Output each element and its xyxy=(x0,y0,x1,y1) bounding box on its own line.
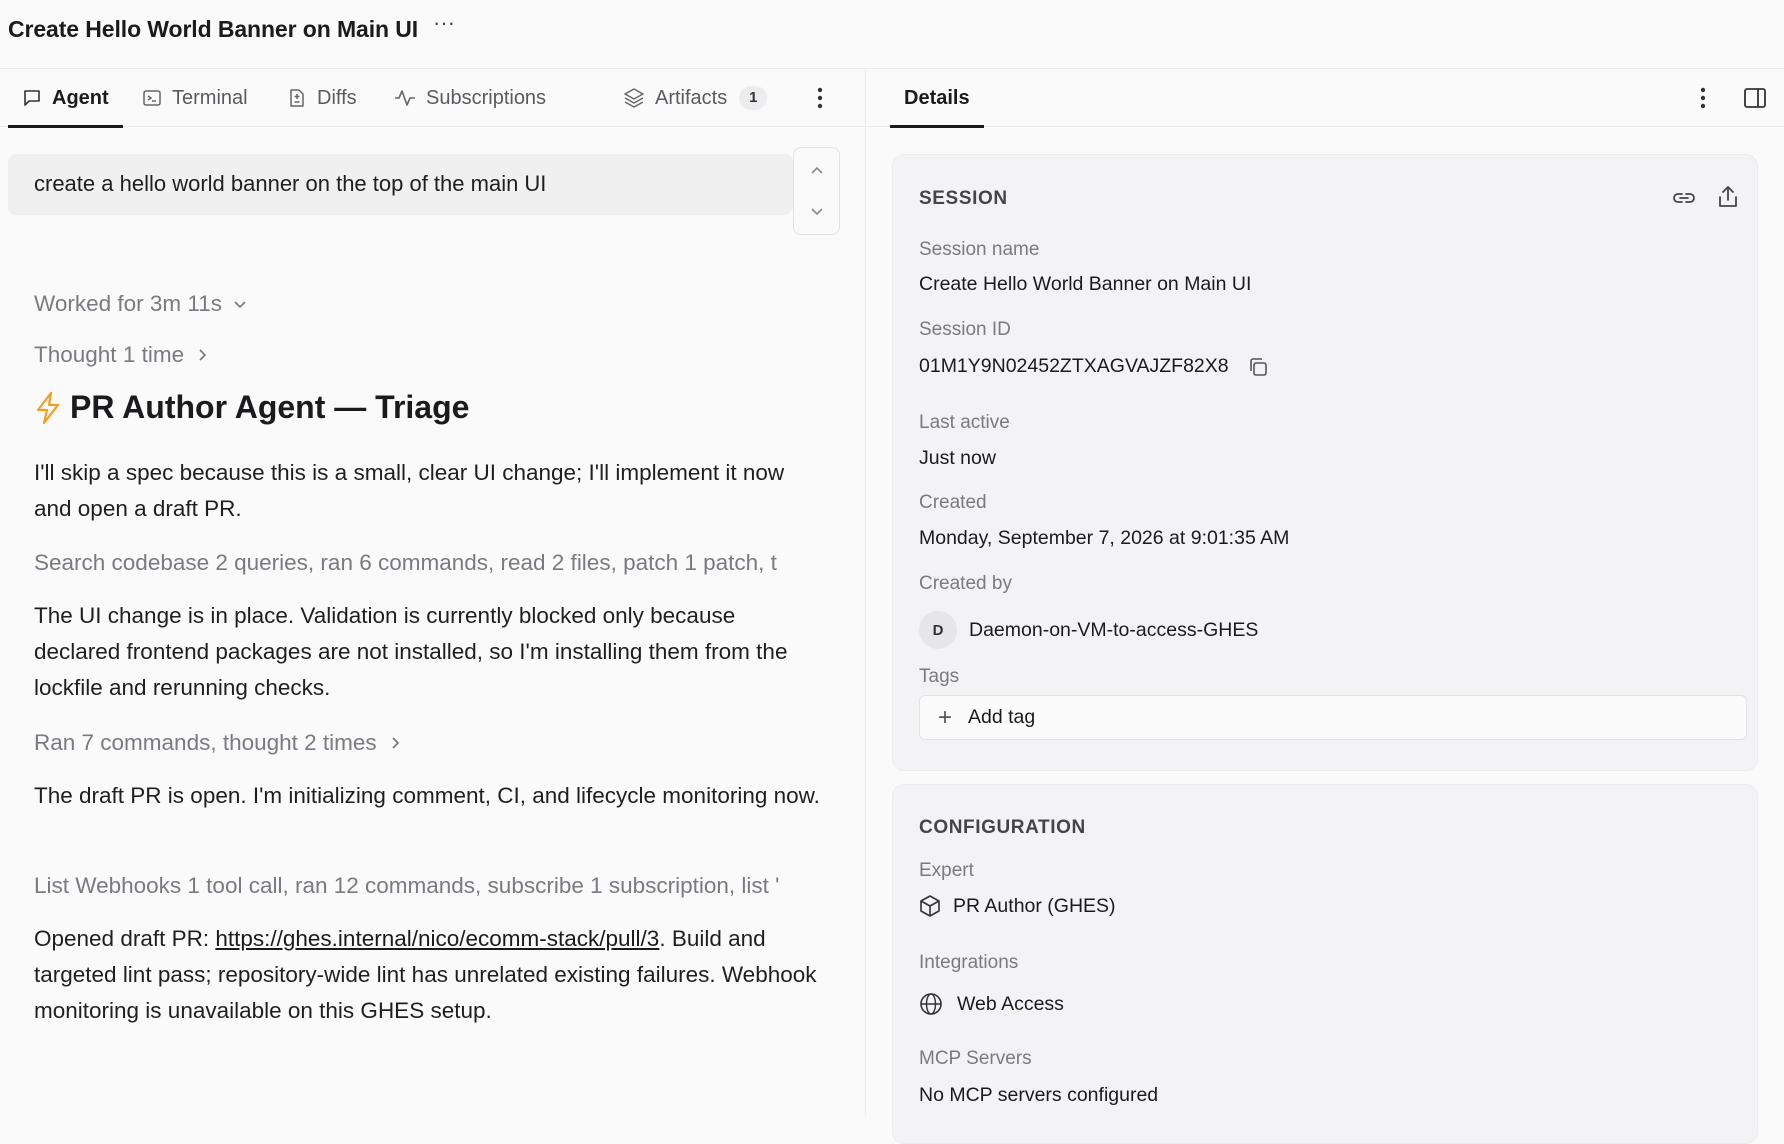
thought-text: Thought 1 time xyxy=(34,342,185,367)
add-tag-label: Add tag xyxy=(968,706,1036,728)
tool-summary-toggle[interactable]: Ran 7 commands, thought 2 times xyxy=(34,725,824,761)
plus-icon: + xyxy=(938,703,953,731)
session-id-label: Session ID xyxy=(919,319,1011,340)
mcp-servers-label: MCP Servers xyxy=(919,1048,1032,1069)
tabs-more-icon[interactable] xyxy=(810,85,830,111)
agent-message: Opened draft PR: https://ghes.internal/n… xyxy=(34,921,824,1029)
thought-toggle[interactable]: Thought 1 time xyxy=(34,337,824,373)
details-panel: Details SESSION Session name Create Hell… xyxy=(867,69,1784,1144)
link-icon[interactable] xyxy=(1671,185,1697,211)
agent-panel: Agent Terminal Diffs Subscriptions Artif… xyxy=(0,69,866,1116)
created-value: Monday, September 7, 2026 at 9:01:35 AM xyxy=(919,527,1290,549)
message-nav xyxy=(793,147,840,235)
chevron-down-icon[interactable] xyxy=(806,200,828,222)
details-tabs: Details xyxy=(867,69,1784,128)
expert-label: Expert xyxy=(919,860,974,881)
tab-label: Artifacts xyxy=(655,86,728,109)
title-more-button[interactable]: ··· xyxy=(430,12,458,40)
activity-icon xyxy=(395,90,415,106)
created-label: Created xyxy=(919,492,987,513)
terminal-icon xyxy=(143,90,161,106)
integrations-label: Integrations xyxy=(919,952,1019,973)
tab-label: Terminal xyxy=(172,86,248,109)
details-more-icon[interactable] xyxy=(1693,85,1713,111)
layers-icon xyxy=(624,88,644,108)
chat-bubble-icon xyxy=(24,90,40,106)
panel-toggle-icon[interactable] xyxy=(1743,86,1767,110)
tab-subscriptions[interactable]: Subscriptions xyxy=(394,69,546,127)
integration-row: Web Access xyxy=(919,992,1064,1016)
created-by-row: D Daemon-on-VM-to-access-GHES xyxy=(919,611,1258,649)
tab-agent[interactable]: Agent xyxy=(8,69,123,128)
diff-icon xyxy=(290,89,304,107)
worked-for-text: Worked for 3m 11s xyxy=(34,291,222,316)
session-name-label: Session name xyxy=(919,239,1040,260)
tab-terminal[interactable]: Terminal xyxy=(142,69,248,127)
tool-summary-toggle[interactable]: Search codebase 2 queries, ran 6 command… xyxy=(34,545,816,581)
copy-icon[interactable] xyxy=(1247,356,1269,378)
chevron-up-icon[interactable] xyxy=(806,160,828,182)
tab-label: Diffs xyxy=(317,86,357,109)
tab-label: Details xyxy=(904,86,970,109)
session-id-value: 01M1Y9N02452ZTXAGVAJZF82X8 xyxy=(919,355,1229,377)
tool-summary-text: Ran 7 commands, thought 2 times xyxy=(34,730,377,755)
chevron-right-icon xyxy=(199,349,207,361)
agent-message: I'll skip a spec because this is a small… xyxy=(34,460,785,521)
cube-icon xyxy=(920,895,940,917)
session-card: SESSION Session name Create Hello World … xyxy=(892,154,1758,771)
lightning-icon xyxy=(36,391,60,424)
share-icon[interactable] xyxy=(1715,184,1741,210)
artifacts-count-badge: 1 xyxy=(739,86,768,110)
tool-summary-text: List Webhooks 1 tool call, ran 12 comman… xyxy=(34,873,780,898)
integration-value: Web Access xyxy=(957,992,1064,1015)
agent-heading: PR Author Agent — Triage xyxy=(34,389,469,426)
created-by-value: Daemon-on-VM-to-access-GHES xyxy=(969,618,1259,641)
avatar: D xyxy=(919,611,957,649)
session-section-title: SESSION xyxy=(919,188,1008,209)
page-title: Create Hello World Banner on Main UI xyxy=(8,16,419,42)
tab-details[interactable]: Details xyxy=(890,69,984,128)
tags-label: Tags xyxy=(919,666,960,687)
top-bar: Create Hello World Banner on Main UI ··· xyxy=(0,0,1784,69)
last-active-value: Just now xyxy=(919,447,996,469)
tab-artifacts[interactable]: Artifacts 1 xyxy=(623,69,768,127)
user-prompt-bubble: create a hello world banner on the top o… xyxy=(8,154,793,215)
chevron-right-icon xyxy=(392,737,399,749)
mcp-servers-value: No MCP servers configured xyxy=(919,1084,1159,1106)
tool-summary-text: Search codebase 2 queries, ran 6 command… xyxy=(34,550,777,575)
configuration-section-title: CONFIGURATION xyxy=(919,817,1086,838)
session-name-value: Create Hello World Banner on Main UI xyxy=(919,273,1252,295)
tool-summary-toggle[interactable]: List Webhooks 1 tool call, ran 12 comman… xyxy=(34,868,816,904)
tab-label: Subscriptions xyxy=(426,86,547,109)
agent-heading-text: PR Author Agent — Triage xyxy=(70,389,470,425)
expert-row: PR Author (GHES) xyxy=(919,894,1116,918)
chevron-down-icon xyxy=(234,301,246,309)
pr-link[interactable]: https://ghes.internal/nico/ecomm-stack/p… xyxy=(215,926,659,951)
session-id-row: 01M1Y9N02452ZTXAGVAJZF82X8 xyxy=(919,355,1269,378)
agent-tabs: Agent Terminal Diffs Subscriptions Artif… xyxy=(0,69,866,128)
last-active-label: Last active xyxy=(919,412,1010,433)
globe-icon xyxy=(920,993,942,1015)
expert-value: PR Author (GHES) xyxy=(953,894,1116,917)
worked-for-toggle[interactable]: Worked for 3m 11s xyxy=(34,286,824,322)
add-tag-button[interactable]: + Add tag xyxy=(919,695,1747,740)
message-text: Opened draft PR: xyxy=(34,926,216,951)
tab-label: Agent xyxy=(52,86,109,109)
created-by-label: Created by xyxy=(919,573,1012,594)
agent-message: The UI change is in place. Validation is… xyxy=(34,603,788,700)
agent-message: The draft PR is open. I'm initializing c… xyxy=(34,783,820,808)
tab-diffs[interactable]: Diffs xyxy=(287,69,357,127)
configuration-card: CONFIGURATION Expert PR Author (GHES) In… xyxy=(892,784,1758,1144)
